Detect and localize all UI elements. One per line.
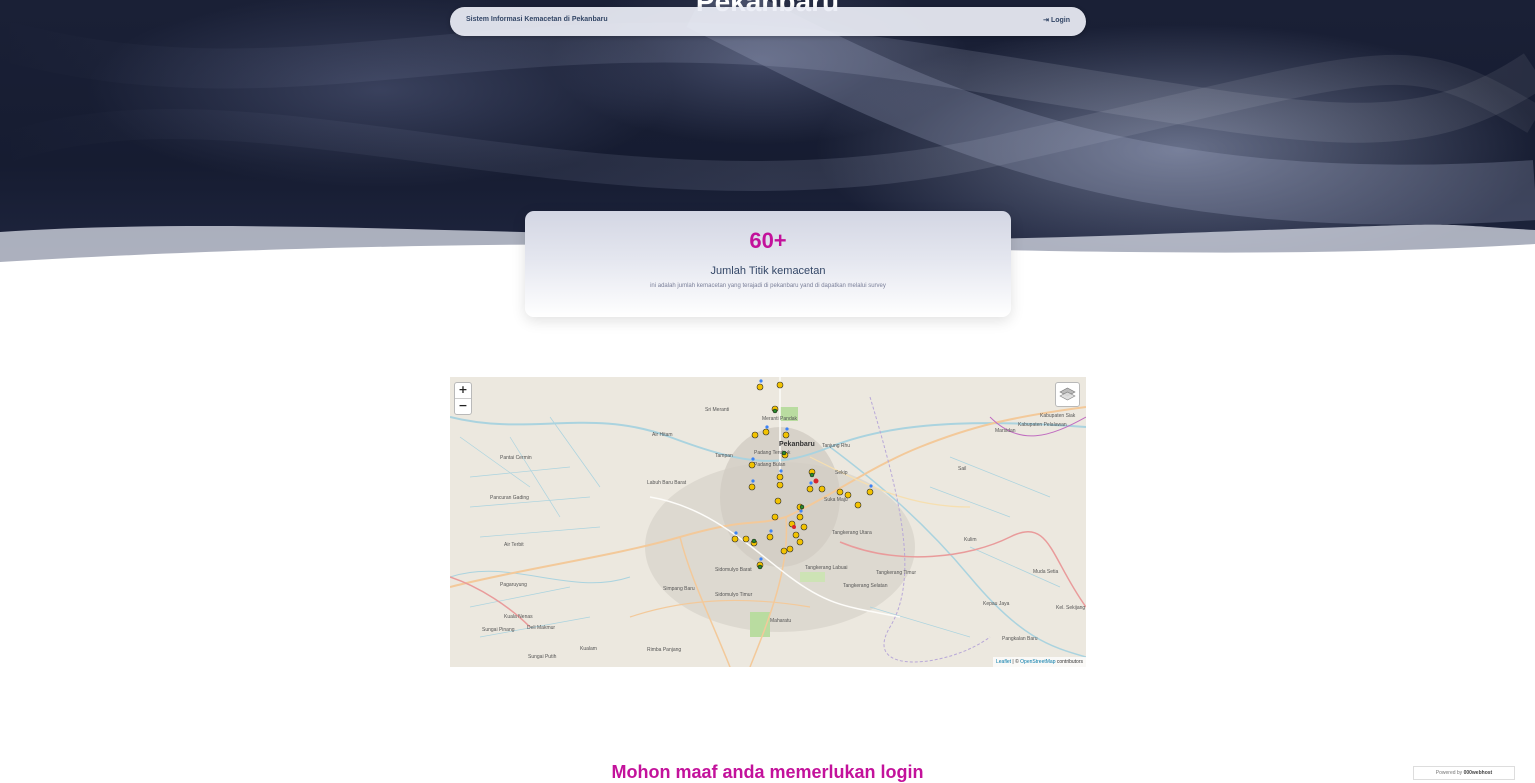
layers-icon xyxy=(1059,387,1076,401)
svg-text:Kulim: Kulim xyxy=(964,537,977,543)
svg-text:Sungai Putih: Sungai Putih xyxy=(528,654,557,660)
stat-label: Jumlah Titik kemacetan xyxy=(710,265,826,277)
svg-text:Meranti Pandak: Meranti Pandak xyxy=(762,416,798,422)
map-attribution: Leaflet | © OpenStreetMap contributors xyxy=(993,657,1086,667)
svg-text:Kabupaten Pelalawan: Kabupaten Pelalawan xyxy=(1018,422,1067,428)
stat-value: 60+ xyxy=(749,228,787,253)
svg-text:Simpang Baru: Simpang Baru xyxy=(663,586,695,592)
svg-text:Sidomulyo Barat: Sidomulyo Barat xyxy=(715,567,752,573)
svg-text:Sungai Pinang: Sungai Pinang xyxy=(482,627,515,633)
svg-text:Padang Bulan: Padang Bulan xyxy=(754,462,786,468)
svg-text:Tangkerang Labuai: Tangkerang Labuai xyxy=(805,565,848,571)
powered-by-badge[interactable]: Powered by 000webhost xyxy=(1413,766,1515,780)
svg-text:Pagaruyung: Pagaruyung xyxy=(500,582,527,588)
svg-text:Labuh Baru Barat: Labuh Baru Barat xyxy=(647,480,687,486)
svg-text:Kel. Sekijang: Kel. Sekijang xyxy=(1056,605,1085,611)
svg-text:Deli Makmur: Deli Makmur xyxy=(527,625,555,631)
zoom-control: + − xyxy=(454,382,472,415)
osm-link[interactable]: OpenStreetMap xyxy=(1020,659,1055,665)
svg-text:Pantai Cermin: Pantai Cermin xyxy=(500,455,532,461)
traffic-map[interactable]: Pekanbaru Sri Meranti Air Hitam Tampan P… xyxy=(450,377,1086,667)
svg-text:Tangkerang Selatan: Tangkerang Selatan xyxy=(843,583,888,589)
svg-text:Sail: Sail xyxy=(958,466,966,472)
svg-text:Air Hitam: Air Hitam xyxy=(652,432,673,438)
svg-text:Rimba Panjang: Rimba Panjang xyxy=(647,647,681,653)
svg-text:Tanjung Rhu: Tanjung Rhu xyxy=(822,443,850,449)
svg-text:Kuala Nenas: Kuala Nenas xyxy=(504,614,533,620)
leaflet-link[interactable]: Leaflet xyxy=(996,659,1011,665)
svg-text:Muda Setia: Muda Setia xyxy=(1033,569,1059,575)
svg-text:Sekip: Sekip xyxy=(835,470,848,476)
svg-text:Tangkerang Timur: Tangkerang Timur xyxy=(876,570,916,576)
navbar-brand[interactable]: Sistem Informasi Kemacetan di Pekanbaru xyxy=(466,16,608,23)
zoom-in-button[interactable]: + xyxy=(455,383,471,398)
login-icon: ⇥ xyxy=(1043,17,1049,24)
map-label-pekanbaru: Pekanbaru xyxy=(779,441,815,448)
login-label: Login xyxy=(1050,17,1070,24)
svg-text:Maharatu: Maharatu xyxy=(770,618,791,624)
svg-text:Sidomulyo Timur: Sidomulyo Timur xyxy=(715,592,753,598)
map-tiles: Pekanbaru Sri Meranti Air Hitam Tampan P… xyxy=(450,377,1086,667)
svg-text:Kabupaten Siak: Kabupaten Siak xyxy=(1040,413,1076,419)
svg-text:Pangkalan Baru: Pangkalan Baru xyxy=(1002,636,1038,642)
webhost-brand: 000webhost xyxy=(1463,770,1493,776)
svg-text:Air Terbit: Air Terbit xyxy=(504,542,524,548)
layers-button[interactable] xyxy=(1055,382,1080,407)
login-link[interactable]: ⇥ Login xyxy=(1043,16,1070,24)
stat-description: ini adalah jumlah kemacetan yang terajad… xyxy=(650,283,886,289)
svg-text:Sri Meranti: Sri Meranti xyxy=(705,407,729,413)
svg-text:Kualam: Kualam xyxy=(580,646,597,652)
svg-text:Tampan: Tampan xyxy=(715,453,733,459)
zoom-out-button[interactable]: − xyxy=(455,398,471,414)
svg-text:Kepau Jaya: Kepau Jaya xyxy=(983,601,1010,607)
stat-card: 60+ Jumlah Titik kemacetan ini adalah ju… xyxy=(525,211,1011,317)
svg-text:Pancuran Gading: Pancuran Gading xyxy=(490,495,529,501)
svg-text:Marsidan: Marsidan xyxy=(995,428,1016,434)
navbar: Sistem Informasi Kemacetan di Pekanbaru … xyxy=(450,7,1086,36)
login-required-heading: Mohon maaf anda memerlukan login xyxy=(611,762,924,782)
svg-text:Tangkerang Utara: Tangkerang Utara xyxy=(832,530,872,536)
svg-text:Suka Maju: Suka Maju xyxy=(824,497,848,503)
